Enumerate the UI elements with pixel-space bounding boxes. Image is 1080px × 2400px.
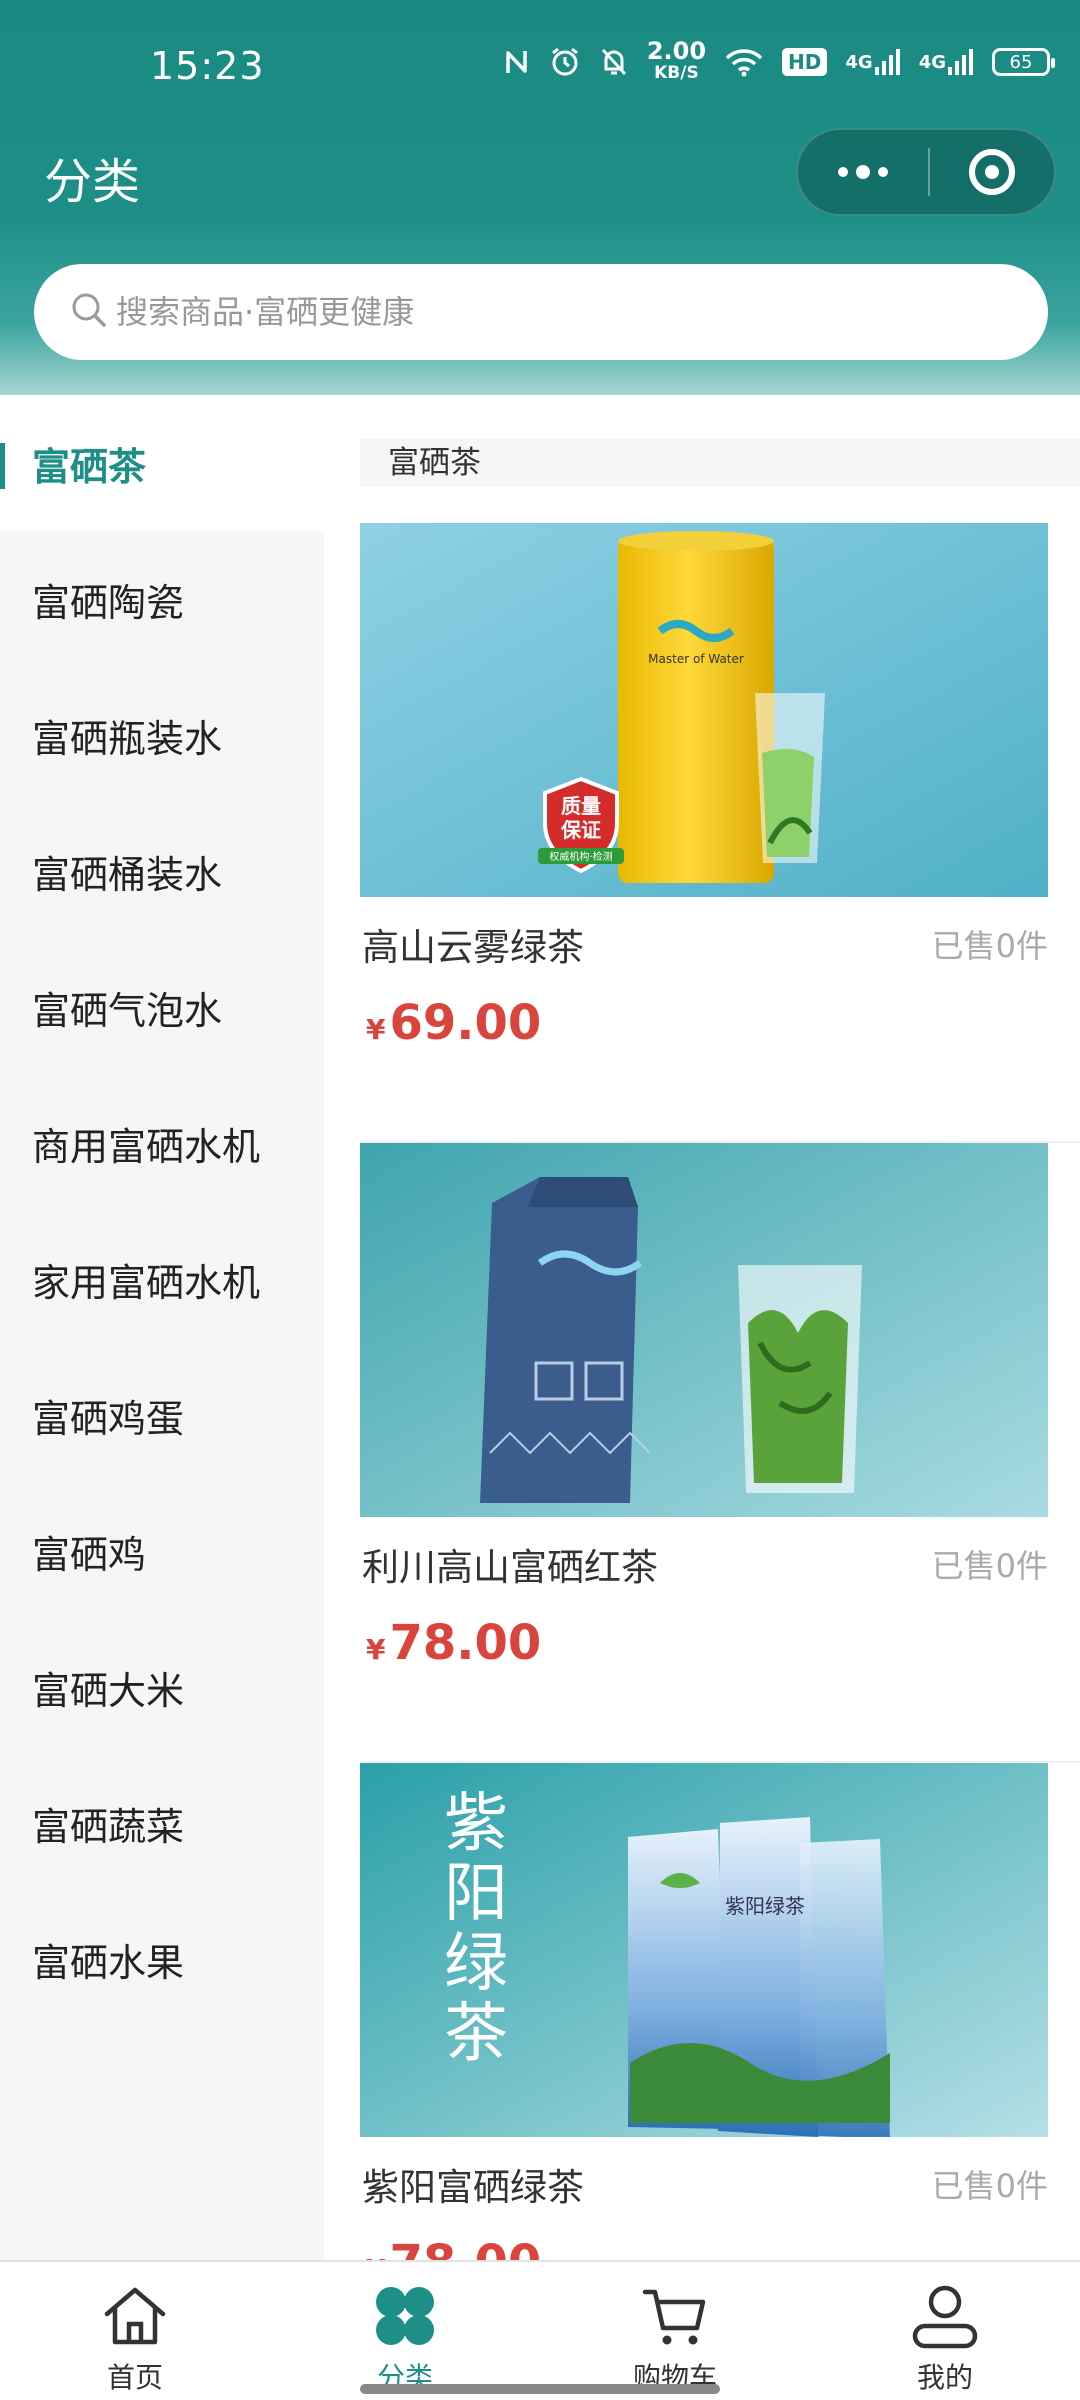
badge-text-bottom: 保证 (560, 818, 601, 842)
sidebar-item-selenium-tea[interactable]: 富硒茶 (0, 395, 324, 531)
product-sold-count: 已售0件 (931, 2167, 1048, 2205)
product-name[interactable]: 高山云雾绿茶 (362, 917, 584, 971)
sidebar-item-label: 富硒水果 (32, 1940, 185, 1985)
tab-category[interactable]: 分类 (270, 2262, 540, 2400)
sidebar-item-label: 富硒蔬菜 (32, 1804, 185, 1849)
close-target-icon[interactable] (930, 130, 1054, 214)
category-sidebar: 富硒茶 富硒陶瓷 富硒瓶装水 富硒桶装水 富硒气泡水 商用富硒水机 家用富硒水机… (0, 395, 324, 2260)
net-label: 4G (845, 51, 873, 73)
status-time: 15:23 (150, 44, 265, 88)
sidebar-item-barreled-water[interactable]: 富硒桶装水 (0, 803, 324, 939)
tab-label: 首页 (106, 2361, 163, 2394)
product-image[interactable]: 紫 阳 绿 茶 紫阳绿茶 (360, 1763, 1048, 2137)
nfc-icon (503, 47, 531, 77)
product-image[interactable]: Master of Water 质量 保证 权威机构·检测 (360, 523, 1048, 897)
currency-symbol: ¥ (366, 1013, 386, 1046)
sidebar-item-label: 富硒瓶装水 (32, 716, 223, 761)
bottom-tab-bar: 首页 分类 购物车 我的 (0, 2260, 1080, 2400)
product-sold-count: 已售0件 (931, 927, 1048, 965)
sidebar-item-label: 富硒鸡 (32, 1532, 147, 1577)
mini-program-capsule (796, 128, 1056, 216)
user-icon (912, 2285, 978, 2349)
tab-profile[interactable]: 我的 (810, 2262, 1080, 2400)
search-bar[interactable] (34, 264, 1048, 360)
sidebar-item-vegetables[interactable]: 富硒蔬菜 (0, 1755, 324, 1891)
sidebar-item-eggs[interactable]: 富硒鸡蛋 (0, 1347, 324, 1483)
home-icon (104, 2287, 166, 2345)
sidebar-item-label: 富硒陶瓷 (32, 580, 185, 625)
status-bar: 15:23 2.00 KB/S HD 4G 4G 65 (0, 0, 1080, 130)
product-price: ¥78.00 (366, 1615, 541, 1671)
bell-muted-icon (599, 46, 629, 78)
battery-icon: 65 (992, 48, 1055, 76)
tab-cart[interactable]: 购物车 (540, 2262, 810, 2400)
sidebar-item-selenium-ceramics[interactable]: 富硒陶瓷 (0, 531, 324, 667)
cart-icon (642, 2289, 706, 2345)
sidebar-item-label: 富硒茶 (32, 444, 147, 489)
sidebar-item-label: 家用富硒水机 (32, 1260, 261, 1305)
category-clover-icon (376, 2287, 434, 2345)
package-label: 紫阳绿茶 (725, 1894, 805, 1918)
product-price: ¥69.00 (366, 995, 541, 1051)
currency-symbol: ¥ (366, 2253, 385, 2260)
price-value: 78.00 (389, 1615, 542, 1671)
product-image[interactable] (360, 1143, 1048, 1517)
sidebar-item-chicken[interactable]: 富硒鸡 (0, 1483, 324, 1619)
calligraphy-char: 阳 (444, 1857, 508, 1931)
tab-label: 我的 (916, 2361, 973, 2394)
signal-icon: 4G (845, 47, 900, 77)
sidebar-item-label: 商用富硒水机 (32, 1124, 261, 1169)
header-background: 15:23 2.00 KB/S HD 4G 4G 65 分类 搜索商品·富硒更健… (0, 0, 1080, 395)
product-list: 富硒茶 Master of Water 质量 保证 权威机构·检测 高山云雾绿茶… (360, 395, 1080, 2260)
more-dots-icon[interactable] (798, 130, 928, 214)
product-sold-count: 已售0件 (931, 1547, 1048, 1585)
sidebar-item-commercial-water-machine[interactable]: 商用富硒水机 (0, 1075, 324, 1211)
sidebar-item-label: 富硒鸡蛋 (32, 1396, 185, 1441)
calligraphy-char: 紫 (444, 1787, 508, 1861)
product-card[interactable]: 紫 阳 绿 茶 紫阳绿茶 紫阳富硒绿茶 已售0件 ¥78.00 (360, 1763, 1080, 2260)
sidebar-item-label: 富硒大米 (32, 1668, 185, 1713)
network-speed: 2.00 KB/S (646, 37, 707, 84)
tab-home[interactable]: 首页 (0, 2262, 270, 2400)
status-icons: 2.00 KB/S HD 4G 4G 65 (503, 37, 1055, 84)
sidebar-item-rice[interactable]: 富硒大米 (0, 1619, 324, 1755)
sidebar-item-label: 富硒气泡水 (32, 988, 223, 1033)
badge-ribbon-text: 权威机构·检测 (549, 850, 612, 863)
price-value: 69.00 (389, 995, 542, 1051)
sidebar-item-sparkling-water[interactable]: 富硒气泡水 (0, 939, 324, 1075)
product-name[interactable]: 利川高山富硒红茶 (362, 1537, 658, 1591)
signal-icon-2: 4G (919, 47, 974, 77)
hd-badge: HD (782, 48, 828, 76)
page-title: 分类 (44, 154, 141, 210)
calligraphy-char: 茶 (444, 1997, 508, 2071)
wifi-icon (724, 47, 764, 77)
sidebar-item-bottled-water[interactable]: 富硒瓶装水 (0, 667, 324, 803)
speed-value: 2.00 (646, 37, 707, 65)
home-indicator[interactable] (360, 2384, 720, 2394)
alarm-icon (549, 46, 581, 78)
net-label-2: 4G (918, 51, 946, 73)
speed-unit: KB/S (654, 63, 699, 83)
product-name[interactable]: 紫阳富硒绿茶 (362, 2157, 584, 2211)
calligraphy-char: 绿 (444, 1927, 508, 2001)
product-card[interactable]: Master of Water 质量 保证 权威机构·检测 高山云雾绿茶 已售0… (360, 523, 1080, 1143)
badge-text-top: 质量 (561, 794, 601, 818)
sidebar-item-fruits[interactable]: 富硒水果 (0, 1891, 324, 2027)
product-price: ¥78.00 (366, 2235, 541, 2260)
search-icon (70, 291, 108, 333)
sidebar-item-label: 富硒桶装水 (32, 852, 223, 897)
price-value: 78.00 (389, 2235, 541, 2260)
product-card[interactable]: 利川高山富硒红茶 已售0件 ¥78.00 (360, 1143, 1080, 1763)
sidebar-item-home-water-machine[interactable]: 家用富硒水机 (0, 1211, 324, 1347)
currency-symbol: ¥ (366, 1633, 386, 1666)
section-title: 富硒茶 (360, 439, 1080, 487)
brand-text: Master of Water (648, 652, 744, 666)
search-input[interactable] (116, 293, 976, 331)
